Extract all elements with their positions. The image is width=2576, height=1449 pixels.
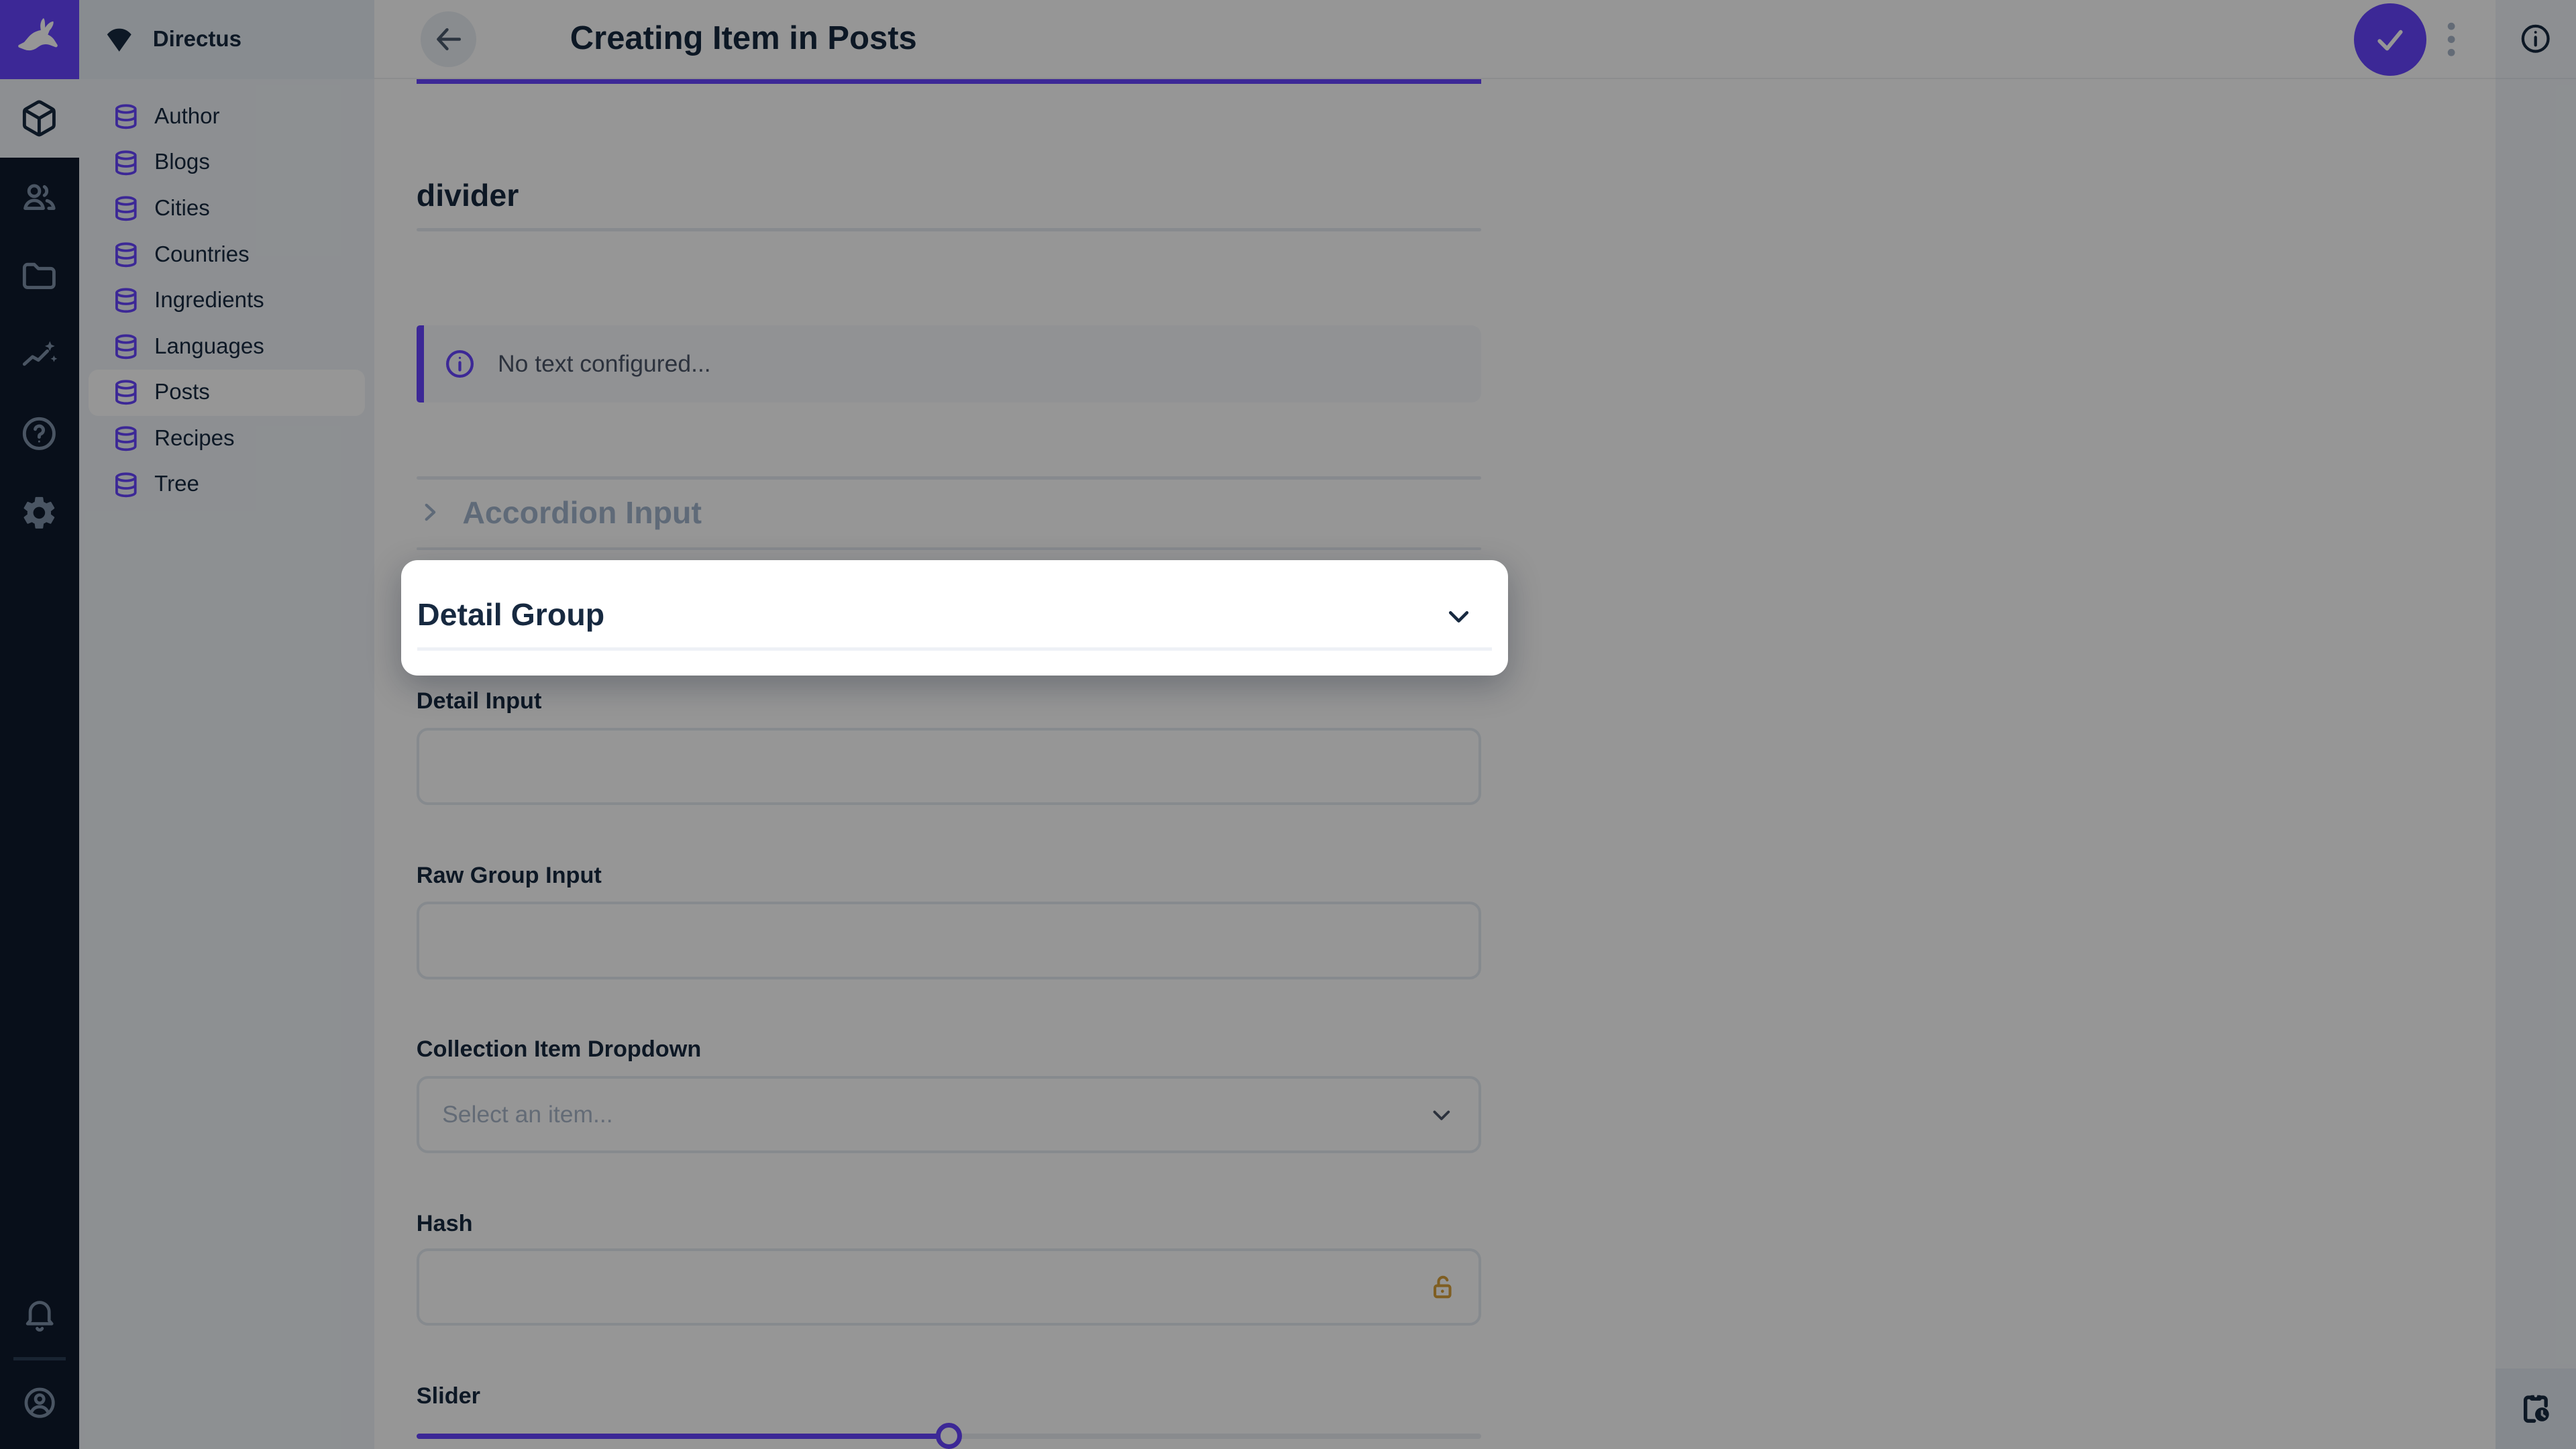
detail-group-header[interactable]: Detail Group — [401, 560, 1509, 675]
directus-app: Directus Author Blogs Cities Countries I… — [0, 0, 2576, 1449]
detail-group-divider — [417, 647, 1492, 651]
dim-overlay — [0, 0, 2576, 1449]
detail-group-title: Detail Group — [417, 596, 604, 633]
chevron-down-icon[interactable] — [1442, 600, 1475, 633]
